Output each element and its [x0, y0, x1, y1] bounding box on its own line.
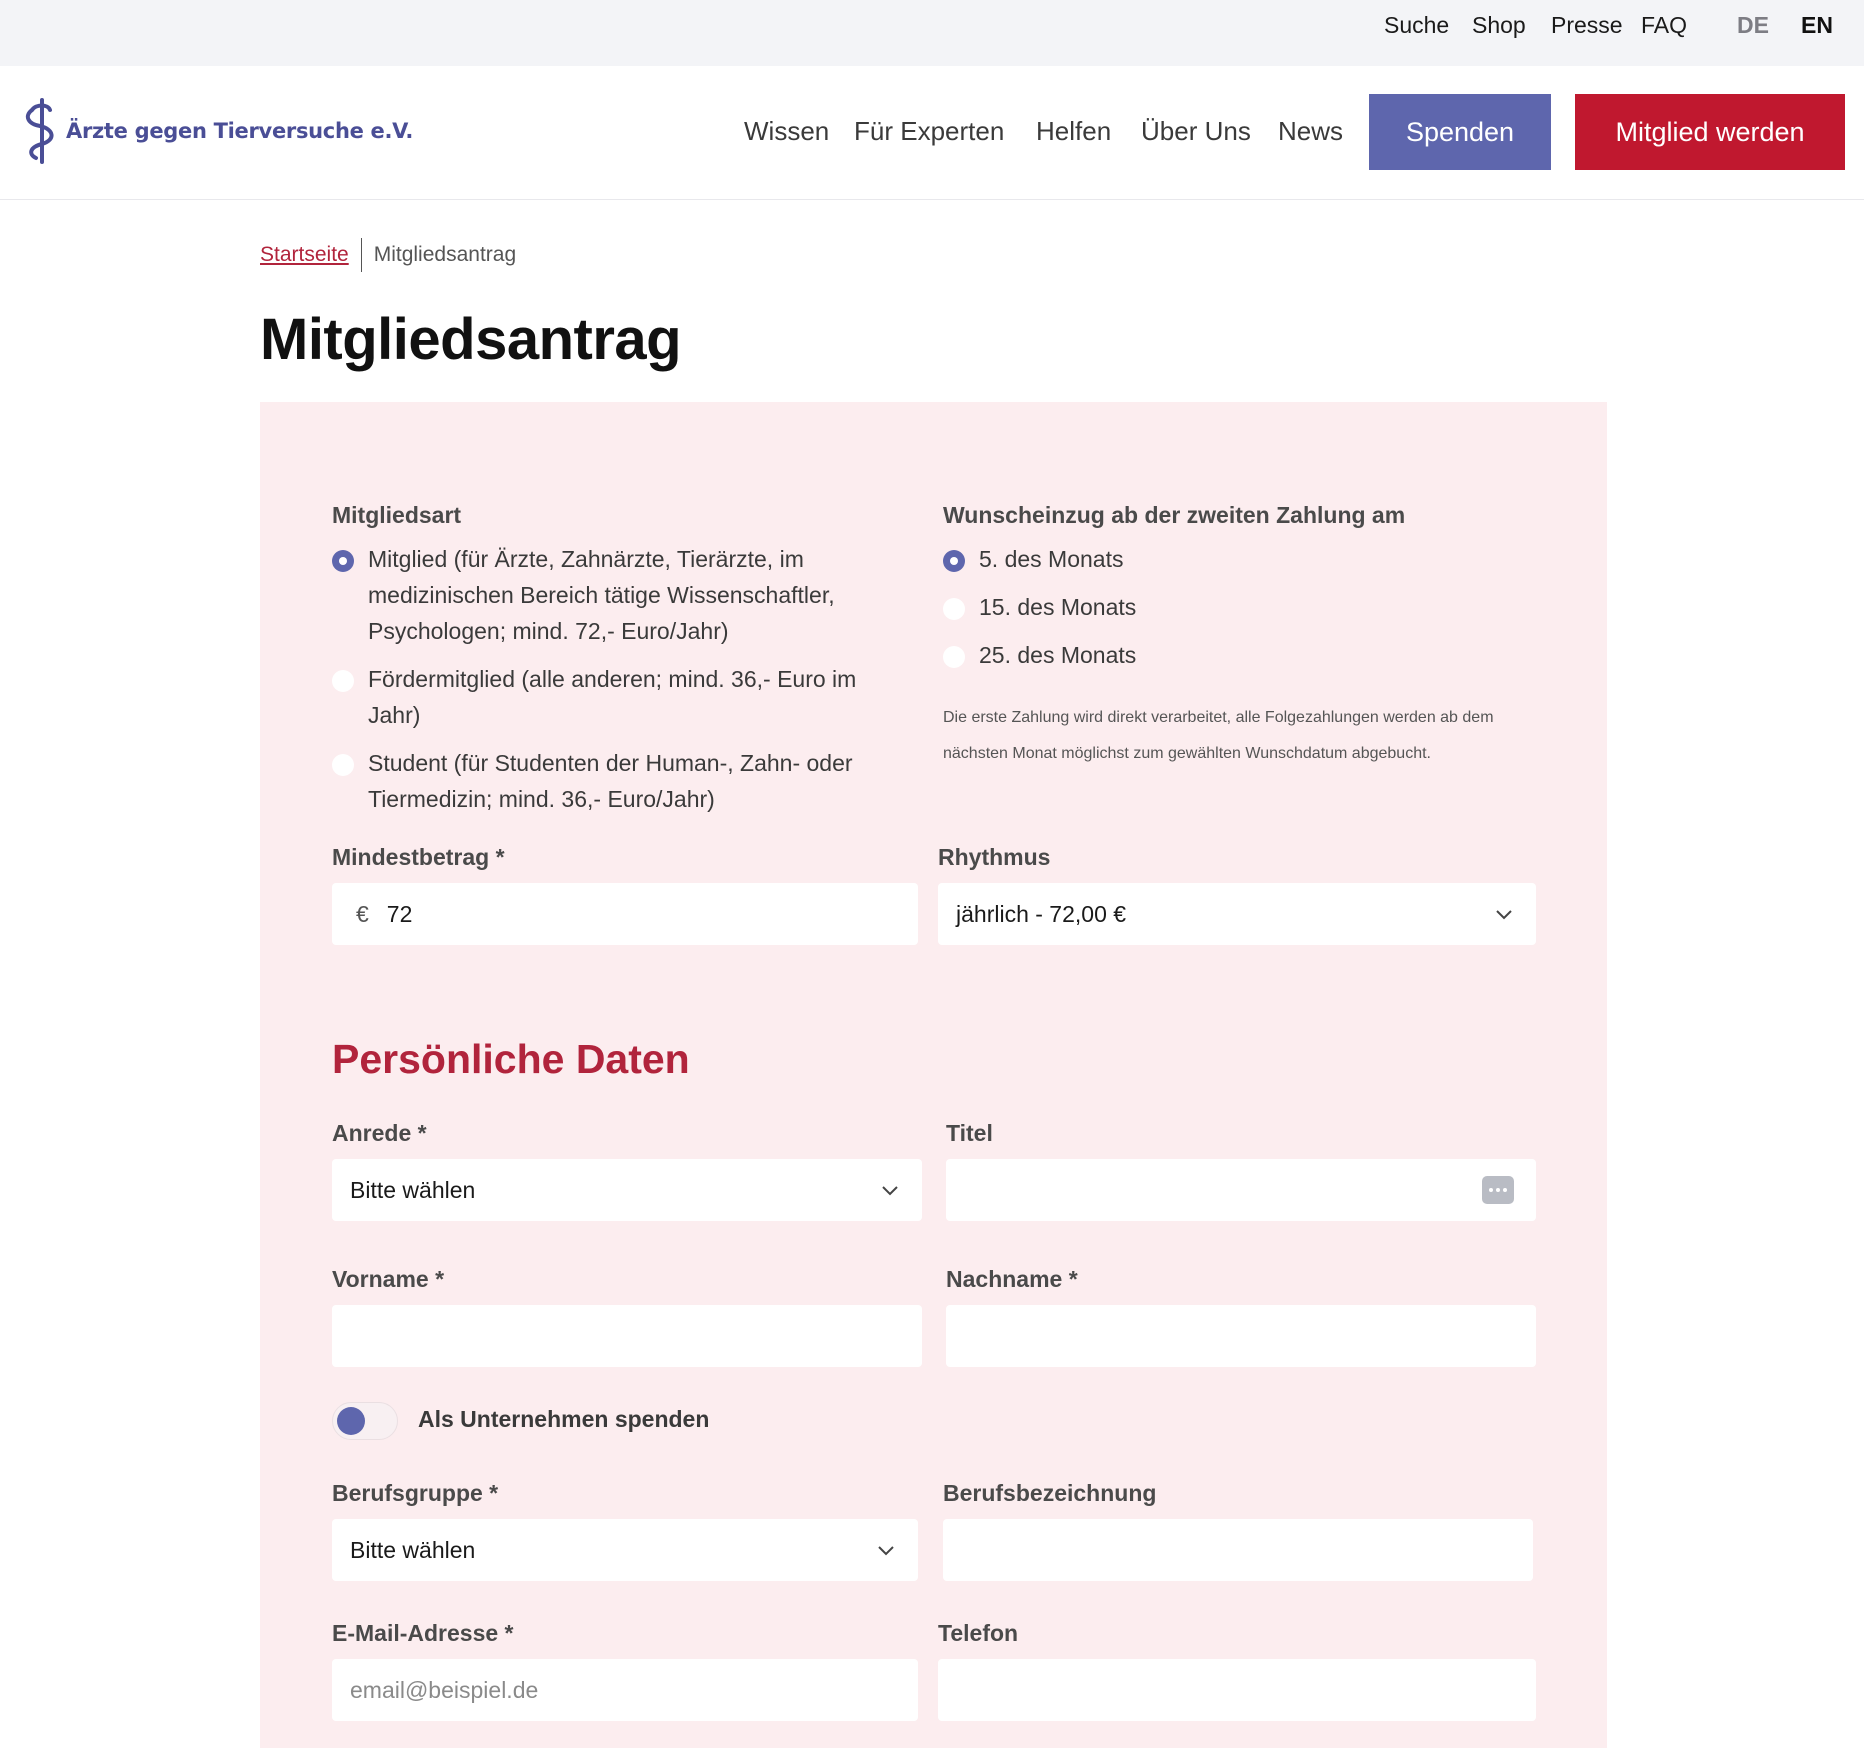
debit-day-label: Wunscheinzug ab der zweiten Zahlung am [943, 502, 1406, 528]
email-label: E-Mail-Adresse * [332, 1620, 514, 1646]
debit-day-option-5-label: 5. des Monats [979, 546, 1124, 572]
title-label: Titel [946, 1120, 993, 1146]
language-en[interactable]: EN [1801, 10, 1833, 40]
utility-link-suche[interactable]: Suche [1384, 10, 1449, 40]
utility-link-shop[interactable]: Shop [1472, 10, 1526, 40]
title-input[interactable] [946, 1159, 1536, 1221]
membership-option-supporter-label: Fördermitglied (alle anderen; mind. 36,-… [368, 666, 857, 728]
toggle-knob [337, 1407, 365, 1435]
become-member-button[interactable]: Mitglied werden [1575, 94, 1845, 170]
radio-member[interactable] [332, 550, 354, 572]
membership-form: Mitgliedsart Mitglied (für Ärzte, Zahnär… [260, 402, 1607, 1748]
debit-day-option-15[interactable]: 15. des Monats [943, 593, 1136, 625]
phone-input[interactable] [938, 1659, 1536, 1721]
radio-student[interactable] [332, 754, 354, 776]
donate-button[interactable]: Spenden [1369, 94, 1551, 170]
nav-item-wissen[interactable]: Wissen [744, 114, 829, 148]
site-logo[interactable]: Ärzte gegen Tierversuche e.V. [20, 96, 420, 166]
membership-option-student[interactable]: Student (für Studenten der Human-, Zahn-… [332, 749, 872, 817]
debit-day-option-5[interactable]: 5. des Monats [943, 545, 1123, 577]
rhythm-label: Rhythmus [938, 844, 1051, 870]
nav-item-news[interactable]: News [1278, 114, 1343, 148]
debit-day-hint: Die erste Zahlung wird direkt verarbeite… [943, 709, 1494, 762]
nav-item-fuer-experten[interactable]: Für Experten [854, 114, 1004, 148]
autofill-icon[interactable] [1482, 1176, 1514, 1204]
membership-option-member-label: Mitglied (für Ärzte, Zahnärzte, Tierärzt… [368, 546, 835, 644]
min-amount-input[interactable]: € 72 [332, 883, 918, 945]
debit-day-option-15-label: 15. des Monats [979, 594, 1137, 620]
utility-link-presse[interactable]: Presse [1551, 10, 1623, 40]
first-name-label: Vorname * [332, 1266, 445, 1292]
salutation-select[interactable]: Bitte wählen [332, 1159, 922, 1221]
breadcrumb-current: Mitgliedsantrag [373, 243, 517, 266]
profession-group-selected-value: Bitte wählen [350, 1536, 476, 1563]
debit-day-option-25[interactable]: 25. des Monats [943, 641, 1136, 673]
profession-group-select[interactable]: Bitte wählen [332, 1519, 918, 1581]
last-name-label: Nachname * [946, 1266, 1078, 1292]
rhythm-selected-value: jährlich - 72,00 € [956, 900, 1127, 927]
radio-supporter[interactable] [332, 670, 354, 692]
company-donation-toggle[interactable] [332, 1402, 398, 1440]
profession-group-label: Berufsgruppe * [332, 1480, 499, 1506]
salutation-label: Anrede * [332, 1120, 427, 1146]
min-amount-value: 72 [386, 900, 413, 927]
personal-data-heading: Persönliche Daten [332, 1036, 690, 1082]
nav-item-helfen[interactable]: Helfen [1036, 114, 1111, 148]
utility-link-faq[interactable]: FAQ [1641, 10, 1687, 40]
currency-prefix: € [356, 900, 369, 927]
email-placeholder: email@beispiel.de [350, 1676, 539, 1703]
language-de[interactable]: DE [1737, 10, 1769, 40]
last-name-input[interactable] [946, 1305, 1536, 1367]
first-name-input[interactable] [332, 1305, 922, 1367]
breadcrumb-home-link[interactable]: Startseite [260, 243, 349, 267]
membership-option-student-label: Student (für Studenten der Human-, Zahn-… [368, 750, 853, 812]
radio-day-5[interactable] [943, 550, 965, 572]
chevron-down-icon [1496, 910, 1512, 920]
main-header: Ärzte gegen Tierversuche e.V. Wissen Für… [0, 66, 1864, 200]
company-donation-label: Als Unternehmen spenden [418, 1406, 710, 1432]
nav-item-ueber-uns[interactable]: Über Uns [1141, 114, 1251, 148]
utility-bar: Suche Shop Presse FAQ DE EN [0, 0, 1864, 66]
breadcrumb-separator [360, 238, 362, 272]
rhythm-select[interactable]: jährlich - 72,00 € [938, 883, 1536, 945]
profession-input[interactable] [943, 1519, 1533, 1581]
salutation-selected-value: Bitte wählen [350, 1176, 476, 1203]
phone-label: Telefon [938, 1620, 1019, 1646]
min-amount-label: Mindestbetrag * [332, 844, 505, 870]
logo-text: Ärzte gegen Tierversuche e.V. [66, 119, 414, 143]
profession-label: Berufsbezeichnung [943, 1480, 1157, 1506]
chevron-down-icon [882, 1186, 898, 1196]
caduceus-logo-icon [25, 98, 54, 164]
breadcrumb: Startseite Mitgliedsantrag [260, 238, 516, 272]
membership-option-member[interactable]: Mitglied (für Ärzte, Zahnärzte, Tierärzt… [332, 545, 872, 649]
radio-day-15[interactable] [943, 598, 965, 620]
debit-day-option-25-label: 25. des Monats [979, 642, 1137, 668]
radio-day-25[interactable] [943, 646, 965, 668]
membership-type-label: Mitgliedsart [332, 502, 462, 528]
membership-option-supporter[interactable]: Fördermitglied (alle anderen; mind. 36,-… [332, 665, 872, 733]
page-title: Mitgliedsantrag [260, 307, 682, 372]
chevron-down-icon [878, 1546, 894, 1556]
email-input[interactable]: email@beispiel.de [332, 1659, 918, 1721]
